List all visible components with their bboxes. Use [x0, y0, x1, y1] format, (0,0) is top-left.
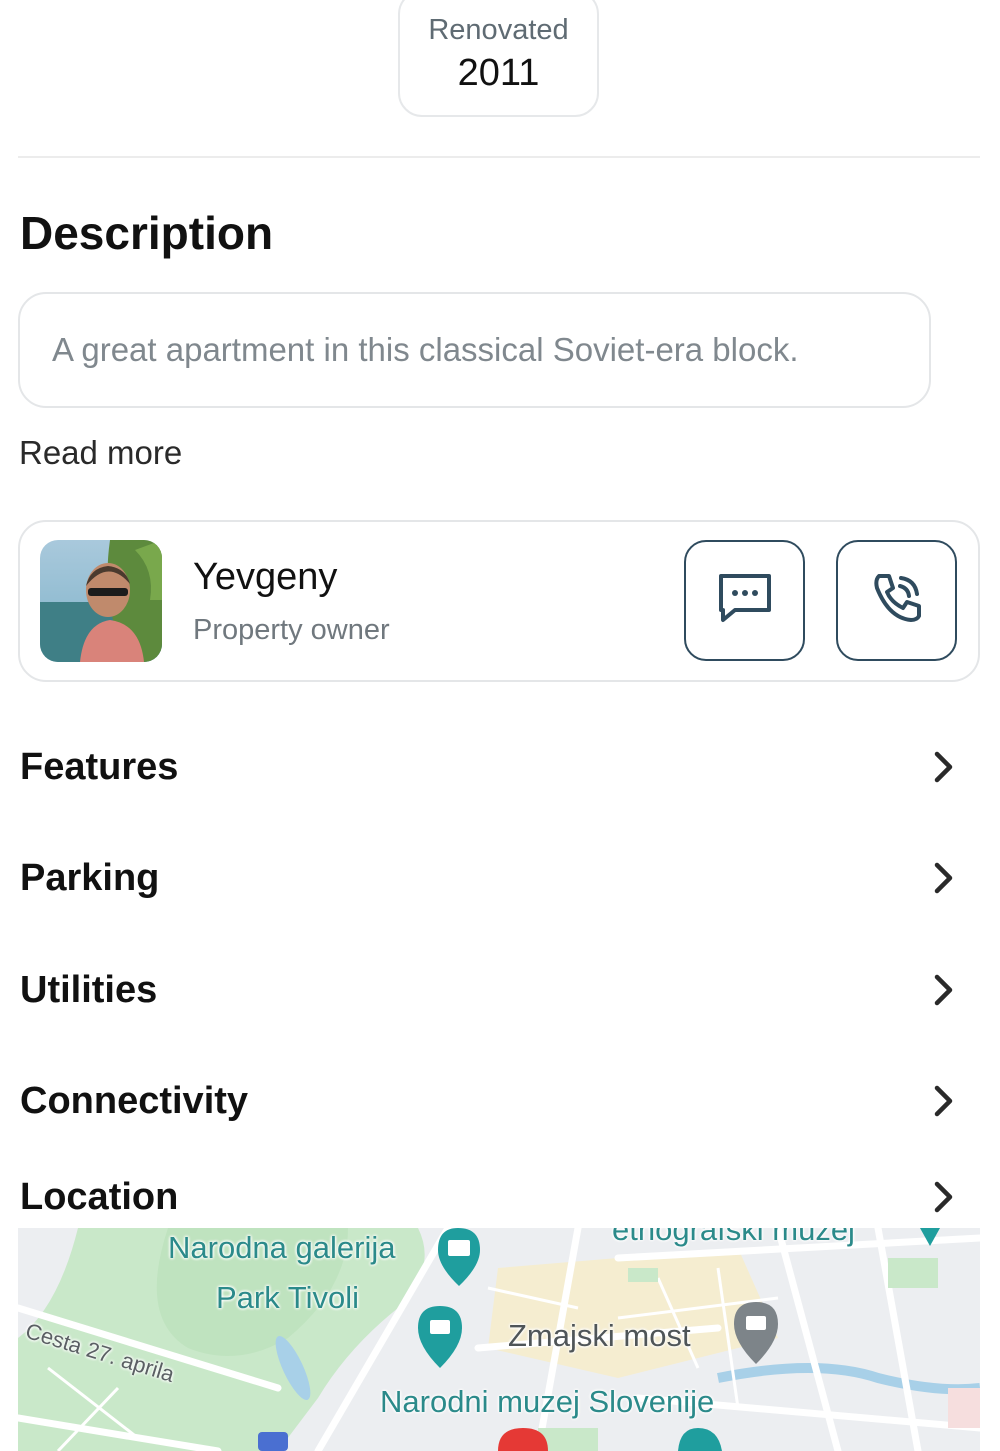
row-label: Parking	[20, 856, 160, 899]
row-location[interactable]: Location	[18, 1162, 980, 1232]
map-label-museum: Narodni muzej Slovenije	[380, 1384, 715, 1419]
owner-name: Yevgeny	[193, 556, 338, 598]
row-utilities[interactable]: Utilities	[18, 955, 980, 1025]
row-connectivity[interactable]: Connectivity	[18, 1066, 980, 1136]
chevron-right-icon	[924, 858, 964, 898]
map-label-ethno: etnografski muzej	[612, 1228, 855, 1247]
map-label-park: Park Tivoli	[216, 1280, 359, 1315]
message-button[interactable]	[684, 540, 805, 661]
row-features[interactable]: Features	[18, 732, 980, 802]
owner-role: Property owner	[193, 614, 390, 646]
description-box: A great apartment in this classical Sovi…	[18, 292, 931, 408]
row-label: Utilities	[20, 968, 158, 1011]
row-label: Connectivity	[20, 1079, 249, 1122]
row-label: Features	[20, 745, 179, 788]
row-label: Location	[20, 1175, 179, 1218]
chevron-right-icon	[924, 1081, 964, 1121]
avatar	[40, 540, 162, 662]
description-title: Description	[20, 207, 274, 259]
map-label-bridge: Zmajski most	[508, 1318, 691, 1353]
description-text: A great apartment in this classical Sovi…	[52, 331, 799, 368]
owner-card: Yevgeny Property owner	[18, 520, 980, 682]
call-button[interactable]	[836, 540, 957, 661]
stat-value: 2011	[457, 52, 540, 94]
map-label-gallery: Narodna galerija	[168, 1230, 396, 1265]
read-more-link[interactable]: Read more	[19, 434, 182, 472]
divider	[18, 156, 980, 158]
renovated-stat-card: Renovated 2011	[398, 0, 599, 117]
chevron-right-icon	[924, 970, 964, 1010]
chevron-right-icon	[924, 1177, 964, 1217]
row-parking[interactable]: Parking	[18, 843, 980, 913]
chat-icon	[717, 572, 773, 629]
location-map[interactable]: Narodna galerija Park Tivoli Zmajski mos…	[18, 1228, 980, 1451]
stat-label: Renovated	[428, 14, 569, 46]
chevron-right-icon	[924, 747, 964, 787]
phone-icon	[869, 570, 925, 631]
